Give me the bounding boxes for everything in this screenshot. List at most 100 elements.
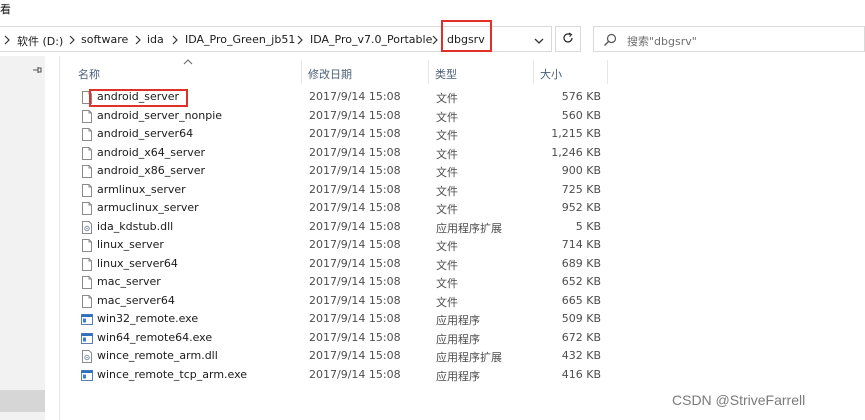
file-row[interactable]: android_x86_server 2017/9/14 15:08 文件 900 K…: [76, 162, 616, 181]
column-header-type-label: 类型: [435, 68, 457, 81]
chevron-down-icon: [534, 34, 544, 47]
file-size: 689 KB: [561, 256, 601, 270]
file-size: 416 KB: [561, 367, 601, 381]
file-name[interactable]: mac_server: [97, 275, 161, 288]
file-type: 应用程序: [436, 332, 480, 346]
file-date: 2017/9/14 15:08: [309, 90, 401, 103]
file-name[interactable]: android_server64: [97, 127, 193, 140]
chevron-right-icon[interactable]: [135, 35, 141, 45]
file-row[interactable]: android_x64_server 2017/9/14 15:08 文件 1,246…: [76, 144, 616, 163]
file-date: 2017/9/14 15:08: [309, 275, 401, 288]
file-row[interactable]: armlinux_server 2017/9/14 15:08 文件 725 KB: [76, 181, 616, 200]
file-row[interactable]: android_server64 2017/9/14 15:08 文件 1,215 K…: [76, 125, 616, 144]
file-row[interactable]: win64_remote64.exe 2017/9/14 15:08 应用程序 672…: [76, 329, 616, 348]
nav-scrollbar-thumb[interactable]: [0, 390, 45, 412]
column-header-date[interactable]: 修改日期: [302, 60, 429, 84]
address-dropdown-button[interactable]: [529, 30, 549, 50]
file-row[interactable]: ida_kdstub.dll 2017/9/14 15:08 应用程序扩展 5 KB: [76, 218, 616, 237]
file-type: 文件: [436, 240, 458, 253]
search-icon: [603, 33, 617, 47]
generic-file-icon: [81, 165, 93, 178]
file-size: 652 KB: [561, 275, 601, 288]
breadcrumb-ida-pro-portable[interactable]: IDA_Pro_v7.0_Portable: [310, 33, 432, 46]
file-name[interactable]: linux_server64: [97, 257, 178, 270]
menu-view-label[interactable]: 看: [0, 1, 11, 17]
file-name[interactable]: android_x64_server: [97, 146, 205, 159]
file-date: 2017/9/14 15:08: [309, 164, 401, 177]
file-name[interactable]: ida_kdstub.dll: [97, 220, 173, 233]
file-name[interactable]: android_x86_server: [97, 164, 205, 177]
file-type: 应用程序扩展: [436, 351, 502, 364]
file-date: 2017/9/14 15:08: [309, 145, 401, 159]
generic-file-icon: [81, 294, 93, 308]
file-row[interactable]: android_server_nonpie 2017/9/14 15:08 文件 56…: [76, 107, 616, 126]
breadcrumb-ida[interactable]: ida: [147, 33, 164, 46]
file-type: 应用程序扩展: [436, 221, 502, 235]
file-type: 文件: [436, 203, 458, 216]
file-type: 文件: [436, 92, 458, 105]
file-row[interactable]: win32_remote.exe 2017/9/14 15:08 应用程序 509 K…: [76, 310, 616, 329]
file-size: 576 KB: [561, 90, 601, 103]
chevron-right-icon[interactable]: [172, 35, 178, 45]
breadcrumb-drive[interactable]: 软件 (D:): [17, 33, 63, 49]
pin-icon[interactable]: [31, 64, 43, 76]
generic-file-icon: [81, 146, 93, 160]
file-name[interactable]: armlinux_server: [97, 183, 186, 196]
chevron-right-icon[interactable]: [432, 35, 438, 45]
generic-file-icon: [81, 128, 93, 141]
generic-file-icon: [81, 202, 93, 215]
file-row[interactable]: mac_server 2017/9/14 15:08 文件 652 KB: [76, 273, 616, 292]
file-type: 文件: [436, 110, 458, 124]
file-size: 900 KB: [561, 164, 601, 177]
search-input[interactable]: 搜索"dbgsrv": [593, 26, 865, 52]
file-size: 714 KB: [561, 238, 601, 251]
file-row[interactable]: mac_server64 2017/9/14 15:08 文件 665 KB: [76, 292, 616, 311]
file-name[interactable]: wince_remote_tcp_arm.exe: [97, 368, 247, 381]
exe-file-icon: [81, 369, 93, 382]
breadcrumb-ida-pro-green[interactable]: IDA_Pro_Green_jb51: [185, 33, 295, 46]
file-type: 文件: [436, 147, 458, 161]
file-date: 2017/9/14 15:08: [309, 349, 401, 362]
file-type: 文件: [436, 258, 458, 272]
column-header-type[interactable]: 类型: [429, 60, 534, 84]
exe-file-icon: [81, 313, 93, 326]
column-header-size[interactable]: 大小: [534, 60, 608, 84]
generic-file-icon: [81, 239, 93, 252]
file-date: 2017/9/14 15:08: [309, 108, 401, 122]
navigation-pane-strip: [0, 56, 45, 420]
chevron-right-icon[interactable]: [4, 35, 10, 45]
file-date: 2017/9/14 15:08: [309, 312, 401, 325]
file-row[interactable]: wince_remote_tcp_arm.exe 2017/9/14 15:08 应…: [76, 366, 616, 385]
generic-file-icon: [81, 276, 93, 289]
file-list[interactable]: android_server 2017/9/14 15:08 文件 576 KB and…: [76, 88, 616, 384]
file-name[interactable]: mac_server64: [97, 294, 175, 307]
chevron-right-icon[interactable]: [297, 35, 303, 45]
refresh-button[interactable]: [555, 26, 581, 52]
file-size: 672 KB: [561, 330, 601, 344]
file-name[interactable]: android_server_nonpie: [97, 109, 222, 122]
file-size: 952 KB: [561, 201, 601, 214]
generic-file-icon: [81, 109, 93, 123]
file-row[interactable]: armuclinux_server 2017/9/14 15:08 文件 952 KB: [76, 199, 616, 218]
file-date: 2017/9/14 15:08: [309, 367, 401, 381]
file-name[interactable]: wince_remote_arm.dll: [97, 349, 218, 362]
file-type: 应用程序: [436, 314, 480, 327]
file-name[interactable]: win32_remote.exe: [97, 312, 198, 325]
breadcrumb-software[interactable]: software: [81, 33, 128, 46]
column-header-name[interactable]: 名称: [72, 60, 302, 84]
chevron-right-icon[interactable]: [69, 35, 75, 45]
file-row[interactable]: linux_server64 2017/9/14 15:08 文件 689 KB: [76, 255, 616, 274]
file-row[interactable]: wince_remote_arm.dll 2017/9/14 15:08 应用程序扩…: [76, 347, 616, 366]
file-date: 2017/9/14 15:08: [309, 330, 401, 344]
file-date: 2017/9/14 15:08: [309, 238, 401, 251]
file-size: 560 KB: [561, 108, 601, 122]
file-row[interactable]: linux_server 2017/9/14 15:08 文件 714 KB: [76, 236, 616, 255]
file-name[interactable]: armuclinux_server: [97, 201, 199, 214]
watermark: CSDN @StriveFarrell: [672, 392, 806, 408]
file-name[interactable]: win64_remote64.exe: [97, 331, 212, 344]
file-name[interactable]: linux_server: [97, 238, 164, 251]
file-size: 1,215 KB: [551, 127, 601, 140]
file-size: 665 KB: [561, 293, 601, 307]
column-header-name-label: 名称: [78, 68, 100, 81]
column-header-size-label: 大小: [540, 68, 562, 81]
